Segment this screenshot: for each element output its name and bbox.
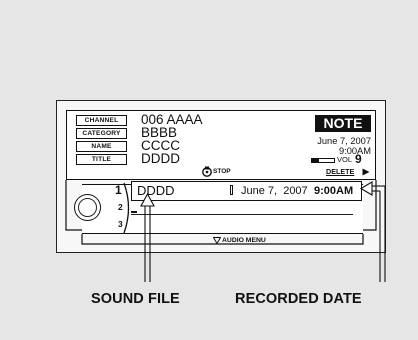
diagram-canvas: CHANNEL CATEGORY NAME TITLE 006 AAAA BBB…	[0, 0, 418, 340]
recorded-date-callout: RECORDED DATE	[235, 291, 362, 307]
callout-arrows	[140, 181, 386, 282]
sound-file-callout: SOUND FILE	[91, 291, 180, 307]
